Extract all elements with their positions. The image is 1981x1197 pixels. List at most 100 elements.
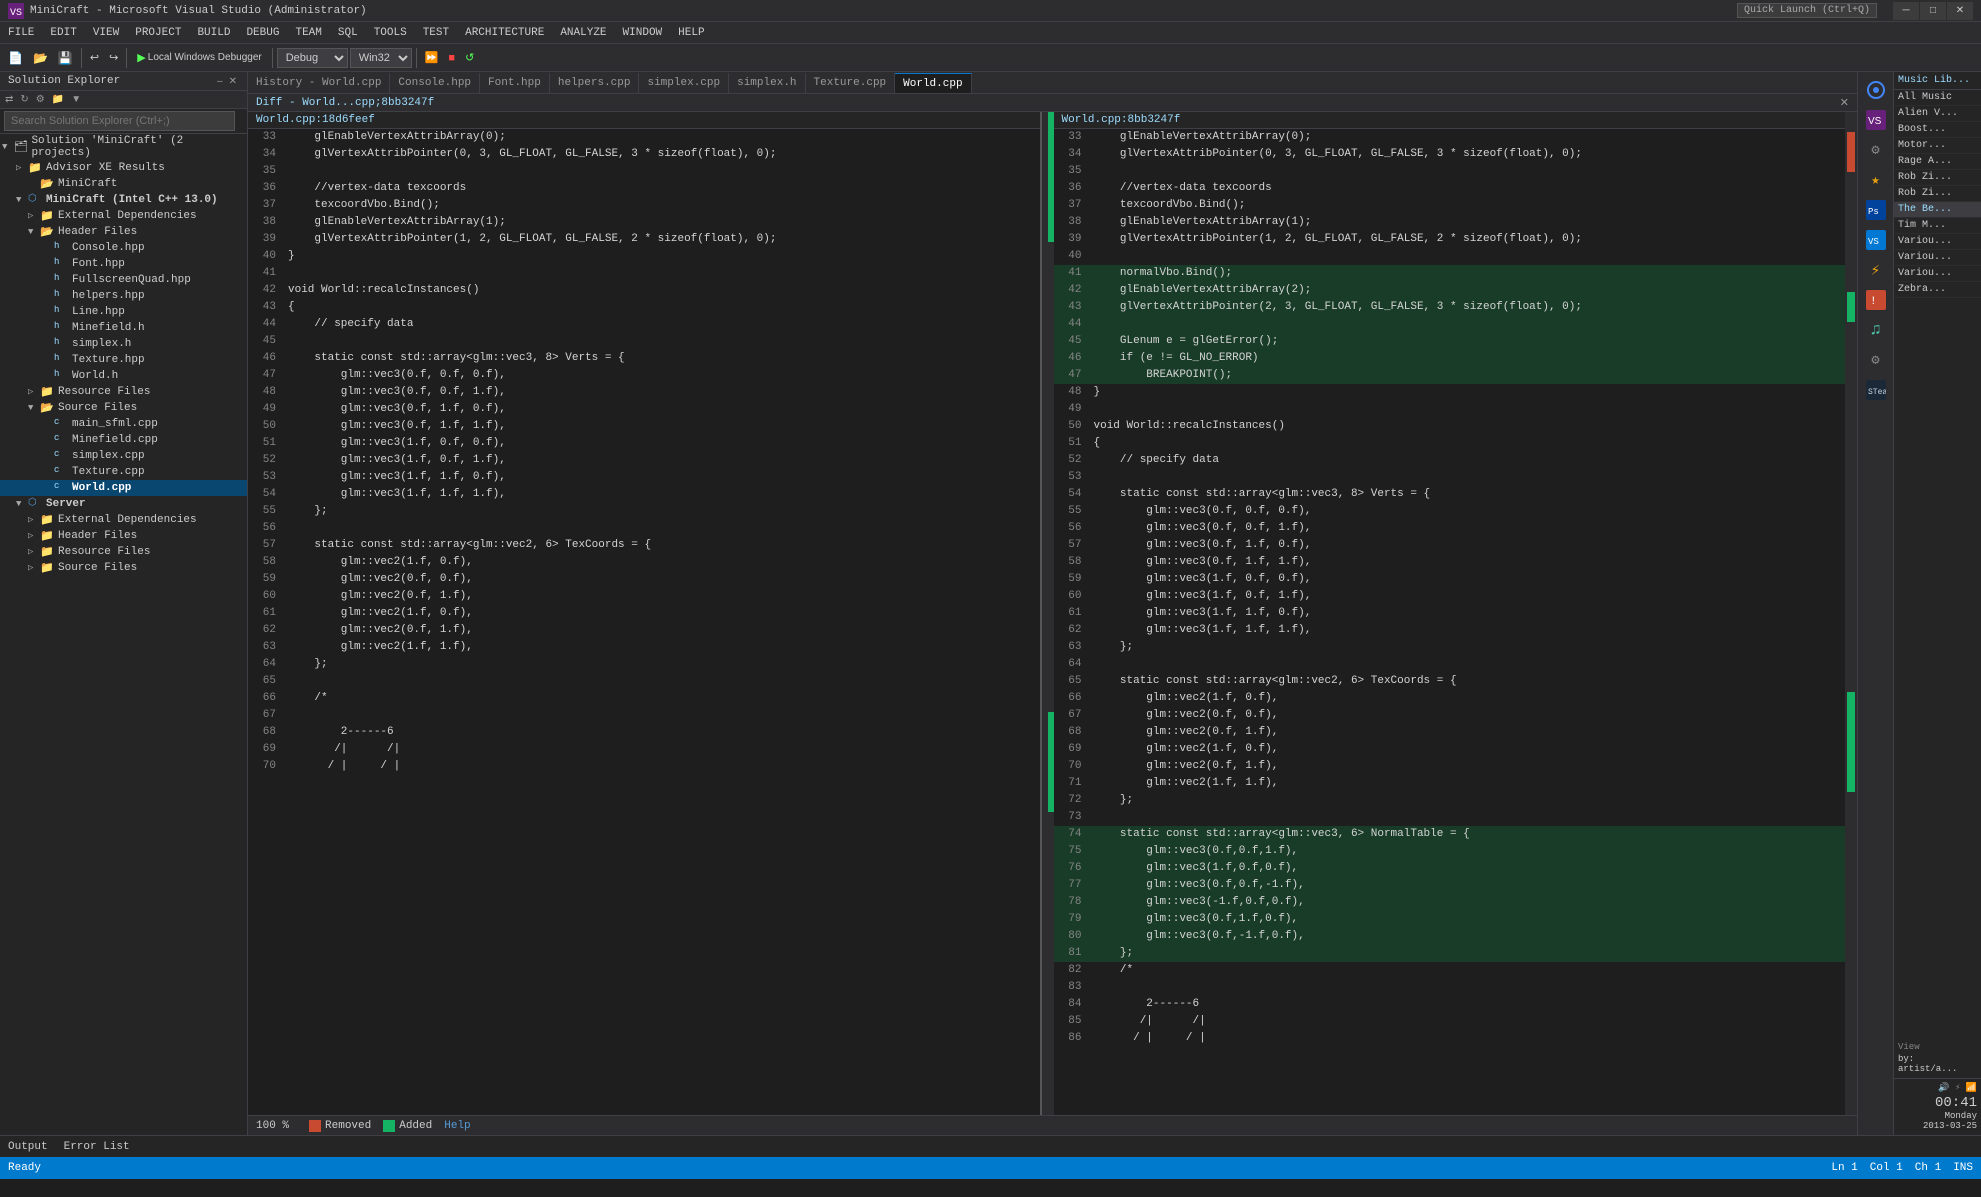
menu-item-debug[interactable]: DEBUG [238,25,287,41]
tree-node-line-hpp[interactable]: h Line.hpp [0,304,247,320]
restart-debug-button[interactable]: ↺ [461,47,478,69]
tab-texture-cpp[interactable]: Texture.cpp [806,73,896,93]
platform-dropdown[interactable]: Win32 x64 [350,48,412,68]
redo-button[interactable]: ↪ [105,47,122,69]
orange-icon[interactable]: ⚡ [1862,256,1890,284]
tree-node-font-hpp[interactable]: h Font.hpp [0,256,247,272]
vs-icon[interactable]: VS [1862,106,1890,134]
rp-rob-zi-1[interactable]: Rob Zi... [1894,170,1981,186]
rp-boost[interactable]: Boost... [1894,122,1981,138]
tab-console-hpp[interactable]: Console.hpp [390,73,480,93]
red-icon[interactable]: ! [1862,286,1890,314]
rp-variou-3[interactable]: Variou... [1894,266,1981,282]
rp-all-music[interactable]: All Music [1894,90,1981,106]
tree-node-server-headers[interactable]: ▷ 📁 Header Files [0,528,247,544]
new-project-button[interactable]: 📄 [4,47,27,69]
rp-tim-m[interactable]: Tim M... [1894,218,1981,234]
ps-icon[interactable]: Ps [1862,196,1890,224]
tree-node-server[interactable]: ▼ ⬡ Server [0,496,247,512]
tab-helpers-cpp[interactable]: helpers.cpp [550,73,640,93]
rp-variou-1[interactable]: Variou... [1894,234,1981,250]
tree-node-texture-hpp[interactable]: h Texture.hpp [0,352,247,368]
tab-history[interactable]: History - World.cpp [248,73,390,93]
error-list-tab[interactable]: Error List [64,1141,130,1153]
tree-node-texture-cpp[interactable]: c Texture.cpp [0,464,247,480]
tree-node-fullscreen-hpp[interactable]: h FullscreenQuad.hpp [0,272,247,288]
vscode-blue-icon[interactable]: VS [1862,226,1890,254]
se-close-button[interactable]: ✕ [227,76,239,87]
open-file-button[interactable]: 📂 [29,47,52,69]
rp-the-be[interactable]: The Be... [1894,202,1981,218]
tree-node-console-hpp[interactable]: h Console.hpp [0,240,247,256]
menu-item-project[interactable]: PROJECT [127,25,189,41]
tree-node-minicraft-folder[interactable]: 📂 MiniCraft [0,176,247,192]
tab-world-cpp[interactable]: World.cpp [895,73,971,93]
tree-node-simplex-cpp[interactable]: c simplex.cpp [0,448,247,464]
menu-item-view[interactable]: VIEW [85,25,127,41]
tree-node-server-resources[interactable]: ▷ 📁 Resource Files [0,544,247,560]
tree-node-main-sfml-cpp[interactable]: c main_sfml.cpp [0,416,247,432]
se-refresh-button[interactable]: ↻ [17,93,31,106]
rp-rob-zi-2[interactable]: Rob Zi... [1894,186,1981,202]
steam-icon[interactable]: STeam [1862,376,1890,404]
rp-alien[interactable]: Alien V... [1894,106,1981,122]
right-pane-content[interactable]: 33 glEnableVertexAttribArray(0); 34 glVe… [1054,129,1846,1115]
se-collapse-button[interactable]: – [215,76,225,87]
tab-simplex-h[interactable]: simplex.h [729,73,805,93]
menu-item-tools[interactable]: TOOLS [366,25,415,41]
tree-node-advisor[interactable]: ▷ 📁 Advisor XE Results [0,160,247,176]
diff-close-button[interactable]: ✕ [1840,96,1849,109]
config-dropdown[interactable]: Debug Release [277,48,348,68]
maximize-button[interactable]: □ [1920,2,1946,20]
gear2-icon[interactable]: ⚙ [1862,346,1890,374]
tab-font-hpp[interactable]: Font.hpp [480,73,550,93]
close-button[interactable]: ✕ [1947,2,1973,20]
tree-node-world-cpp[interactable]: c World.cpp [0,480,247,496]
teal-icon[interactable]: ♫ [1862,316,1890,344]
right-scroll-bar[interactable] [1845,112,1857,1115]
tree-node-ext-deps[interactable]: ▷ 📁 External Dependencies [0,208,247,224]
tree-node-simplex-h[interactable]: h simplex.h [0,336,247,352]
stop-debug-button[interactable]: ■ [444,47,459,69]
tree-node-solution[interactable]: ▼ 🗂 Solution 'MiniCraft' (2 projects) [0,134,247,160]
menu-item-build[interactable]: BUILD [189,25,238,41]
rp-motor[interactable]: Motor... [1894,138,1981,154]
se-showallfiles-button[interactable]: 📁 [49,93,67,106]
tree-node-resource-files[interactable]: ▷ 📁 Resource Files [0,384,247,400]
chrome-icon[interactable] [1862,76,1890,104]
tree-node-minefield-h[interactable]: h Minefield.h [0,320,247,336]
diff-help-link[interactable]: Help [444,1120,470,1132]
output-tab[interactable]: Output [8,1141,48,1153]
rp-zebra[interactable]: Zebra... [1894,282,1981,298]
left-pane-content[interactable]: 33 glEnableVertexAttribArray(0); 34 glVe… [248,129,1040,1115]
save-button[interactable]: 💾 [54,47,77,69]
tree-node-server-extdeps[interactable]: ▷ 📁 External Dependencies [0,512,247,528]
tree-node-helpers-hpp[interactable]: h helpers.hpp [0,288,247,304]
start-debug-button[interactable]: ▶ Local Windows Debugger [131,47,267,69]
menu-item-file[interactable]: FILE [0,25,42,41]
tree-node-header-files[interactable]: ▼ 📂 Header Files [0,224,247,240]
menu-item-team[interactable]: TEAM [287,25,329,41]
attach-debugger-button[interactable]: ⏩ [421,47,443,69]
menu-item-analyze[interactable]: ANALYZE [552,25,614,41]
menu-item-test[interactable]: TEST [415,25,457,41]
se-properties-button[interactable]: ⚙ [33,93,48,106]
menu-item-edit[interactable]: EDIT [42,25,84,41]
menu-item-help[interactable]: HELP [670,25,712,41]
se-sync-button[interactable]: ⇄ [2,93,16,106]
tree-node-server-sources[interactable]: ▷ 📁 Source Files [0,560,247,576]
rp-rage[interactable]: Rage A... [1894,154,1981,170]
tree-node-minefield-cpp[interactable]: c Minefield.cpp [0,432,247,448]
menu-item-architecture[interactable]: ARCHITECTURE [457,25,552,41]
rp-variou-2[interactable]: Variou... [1894,250,1981,266]
settings-icon[interactable]: ⚙ [1862,136,1890,164]
tree-node-world-h[interactable]: h World.h [0,368,247,384]
game-icon[interactable]: ★ [1862,166,1890,194]
tab-simplex-cpp[interactable]: simplex.cpp [639,73,729,93]
tree-node-source-files[interactable]: ▼ 📂 Source Files [0,400,247,416]
minimize-button[interactable]: ─ [1893,2,1919,20]
se-filter-button[interactable]: ▼ [68,93,84,106]
menu-item-sql[interactable]: SQL [330,25,366,41]
quick-launch[interactable]: Quick Launch (Ctrl+Q) [1737,3,1877,18]
undo-button[interactable]: ↩ [86,47,103,69]
